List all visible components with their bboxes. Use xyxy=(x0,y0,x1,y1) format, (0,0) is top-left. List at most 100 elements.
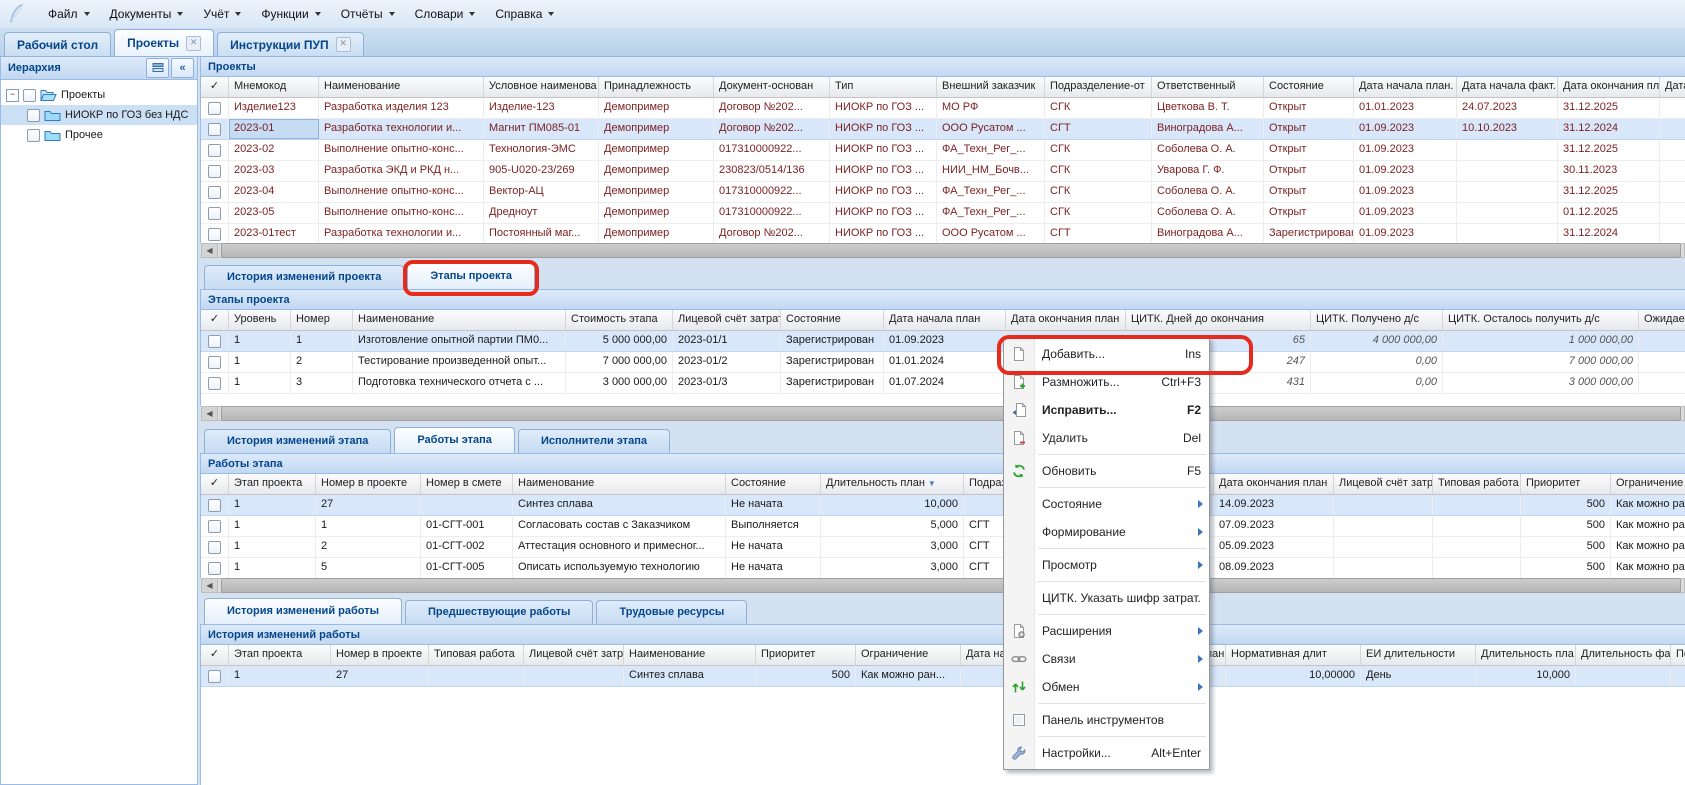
collapse-panel-button[interactable]: « xyxy=(171,58,194,78)
scroll-left-icon[interactable]: ◀ xyxy=(202,579,218,592)
tree-collapse-icon[interactable]: − xyxy=(6,89,19,102)
table-header-cell[interactable]: Этап проекта xyxy=(229,474,316,494)
scrollbar-thumb[interactable] xyxy=(221,406,1681,421)
context-menu-item-state[interactable]: Состояние xyxy=(1004,490,1209,518)
context-menu-item-edit[interactable]: Исправить...F2 xyxy=(1004,396,1209,424)
table-header-cell[interactable]: Наименование xyxy=(624,645,756,665)
table-row[interactable]: 2023-04Выполнение опытно-конс...Вектор-А… xyxy=(201,182,1685,203)
context-menu-item-refresh[interactable]: ОбновитьF5 xyxy=(1004,457,1209,485)
table-row[interactable]: 1201-СГТ-002Аттестация основного и приме… xyxy=(201,537,1685,558)
table-header-cell[interactable]: Подразделение-от xyxy=(1045,77,1152,97)
table-header-cell[interactable]: Номер в проекте xyxy=(316,474,421,494)
tree-checkbox[interactable] xyxy=(23,89,36,102)
table-header-cell[interactable]: Дата начала план xyxy=(884,310,1006,330)
table-header-cell[interactable]: Номер в проекте xyxy=(331,645,429,665)
select-all-header-cell[interactable]: ✓ xyxy=(201,77,229,97)
table-header-cell[interactable]: Номер в смете xyxy=(421,474,513,494)
table-row[interactable]: 2023-01тестРазработка технологии и...Пос… xyxy=(201,224,1685,243)
table-header-cell[interactable]: Приоритет xyxy=(756,645,856,665)
menu-item-accounting[interactable]: Учёт xyxy=(193,4,251,24)
scrollbar-thumb[interactable] xyxy=(221,243,1681,258)
row-checkbox[interactable] xyxy=(208,356,221,369)
row-checkbox[interactable] xyxy=(208,228,221,241)
row-checkbox[interactable] xyxy=(208,670,221,683)
menu-item-file[interactable]: Файл xyxy=(38,4,100,24)
context-menu-item-delete[interactable]: УдалитьDel xyxy=(1004,424,1209,452)
select-all-header-cell[interactable]: ✓ xyxy=(201,474,229,494)
row-checkbox[interactable] xyxy=(208,377,221,390)
table-row[interactable]: 127Синтез сплава500Как можно ран...10,00… xyxy=(201,666,1685,687)
tree-item-niokr-goz[interactable]: НИОКР по ГОЗ без НДС xyxy=(1,105,197,125)
table-header-cell[interactable]: Лицевой счёт затрат. xyxy=(673,310,781,330)
table-row[interactable]: 11Изготовление опытной партии ПМ0...5 00… xyxy=(201,331,1685,352)
table-header-cell[interactable]: Наименование xyxy=(513,474,726,494)
table-header-cell[interactable]: Ограничение xyxy=(1611,474,1685,494)
context-menu-item-extensions[interactable]: Расширения xyxy=(1004,617,1209,645)
menu-item-dictionaries[interactable]: Словари xyxy=(405,4,486,24)
row-checkbox[interactable] xyxy=(208,207,221,220)
table-row[interactable]: 1101-СГТ-001Согласовать состав с Заказчи… xyxy=(201,516,1685,537)
tab-stage-executors[interactable]: Исполнители этапа xyxy=(518,429,670,453)
stages-horizontal-scrollbar[interactable]: ◀ xyxy=(201,406,1685,421)
table-header-cell[interactable]: Номер xyxy=(291,310,353,330)
table-header-cell[interactable]: Этап проекта xyxy=(229,645,331,665)
context-menu-item-view[interactable]: Просмотр xyxy=(1004,551,1209,579)
table-header-cell[interactable]: Длительность фак xyxy=(1576,645,1671,665)
table-header-cell[interactable]: Условное наименова xyxy=(484,77,599,97)
view-options-icon[interactable] xyxy=(146,58,169,78)
table-header-cell[interactable]: Лицевой счёт затр xyxy=(524,645,624,665)
context-menu-item-add[interactable]: Добавить...Ins xyxy=(1004,340,1209,368)
tree-item-other[interactable]: Прочее xyxy=(1,125,197,145)
menu-item-help[interactable]: Справка xyxy=(485,4,564,24)
tab-project-stages[interactable]: Этапы проекта xyxy=(407,263,535,289)
table-header-cell[interactable]: Дата окончания план xyxy=(1006,310,1126,330)
table-header-cell[interactable]: Принадлежность xyxy=(599,77,714,97)
tab-labor-resources[interactable]: Трудовые ресурсы xyxy=(596,600,747,624)
table-header-cell[interactable]: Дата окончания план xyxy=(1214,474,1334,494)
tab-work-history[interactable]: История изменений работы xyxy=(204,598,402,624)
window-tab-pup-instructions[interactable]: Инструкции ПУП✕ xyxy=(217,32,363,56)
row-checkbox[interactable] xyxy=(208,562,221,575)
table-header-cell[interactable]: Ограничение xyxy=(856,645,961,665)
menu-item-functions[interactable]: Функции xyxy=(251,4,330,24)
context-menu-item-formation[interactable]: Формирование xyxy=(1004,518,1209,546)
table-header-cell[interactable]: Подразделение-ис xyxy=(1671,645,1685,665)
row-checkbox[interactable] xyxy=(208,123,221,136)
row-checkbox[interactable] xyxy=(208,520,221,533)
close-tab-icon[interactable]: ✕ xyxy=(336,37,351,52)
table-header-cell[interactable]: Состояние xyxy=(726,474,821,494)
table-row[interactable]: 2023-03Разработка ЭКД и РКД н...905-U020… xyxy=(201,161,1685,182)
table-header-cell[interactable]: ЦИТК. Дней до окончания xyxy=(1126,310,1311,330)
projects-horizontal-scrollbar[interactable]: ◀ xyxy=(201,243,1685,258)
table-header-cell[interactable]: Длительность пла xyxy=(1476,645,1576,665)
table-header-cell[interactable]: Ответственный xyxy=(1152,77,1264,97)
table-row[interactable]: 2023-05Выполнение опытно-конс...Дредноут… xyxy=(201,203,1685,224)
table-header-cell[interactable]: Дата окончания ф xyxy=(1660,77,1685,97)
table-header-cell[interactable]: Ожидаемые xyxy=(1639,310,1685,330)
row-checkbox[interactable] xyxy=(208,499,221,512)
close-tab-icon[interactable]: ✕ xyxy=(186,36,201,51)
table-header-cell[interactable]: Дата начала факт. xyxy=(1457,77,1558,97)
table-row[interactable]: 13Подготовка технического отчета с ...3 … xyxy=(201,373,1685,394)
row-checkbox[interactable] xyxy=(208,144,221,157)
table-row[interactable]: 2023-02Выполнение опытно-конс...Технолог… xyxy=(201,140,1685,161)
table-header-cell[interactable]: Длительность план▼ xyxy=(821,474,964,494)
tab-stage-history[interactable]: История изменений этапа xyxy=(204,429,391,453)
window-tab-desktop[interactable]: Рабочий стол xyxy=(4,32,111,56)
window-tab-projects[interactable]: Проекты✕ xyxy=(114,29,214,56)
table-row[interactable]: 127Синтез сплаваНе начата10,00014.09.202… xyxy=(201,495,1685,516)
row-checkbox[interactable] xyxy=(208,541,221,554)
table-row[interactable]: 2023-01Разработка технологии и...Магнит … xyxy=(201,119,1685,140)
table-header-cell[interactable]: Документ-основан xyxy=(714,77,830,97)
row-checkbox[interactable] xyxy=(208,165,221,178)
tree-item-projects-root[interactable]: −Проекты xyxy=(1,85,197,105)
table-row[interactable]: Изделие123Разработка изделия 123Изделие-… xyxy=(201,98,1685,119)
tab-project-history[interactable]: История изменений проекта xyxy=(204,265,404,289)
table-header-cell[interactable]: ЕИ длительности xyxy=(1361,645,1476,665)
table-header-cell[interactable]: Наименование xyxy=(319,77,484,97)
context-menu-item-links[interactable]: Связи xyxy=(1004,645,1209,673)
table-header-cell[interactable]: Дата начала план. xyxy=(1354,77,1457,97)
tree-checkbox[interactable] xyxy=(27,109,40,122)
context-menu-item-citk-cost-code[interactable]: ЦИТК. Указать шифр затрат... xyxy=(1004,584,1209,612)
table-header-cell[interactable]: Дата окончания пл xyxy=(1558,77,1660,97)
